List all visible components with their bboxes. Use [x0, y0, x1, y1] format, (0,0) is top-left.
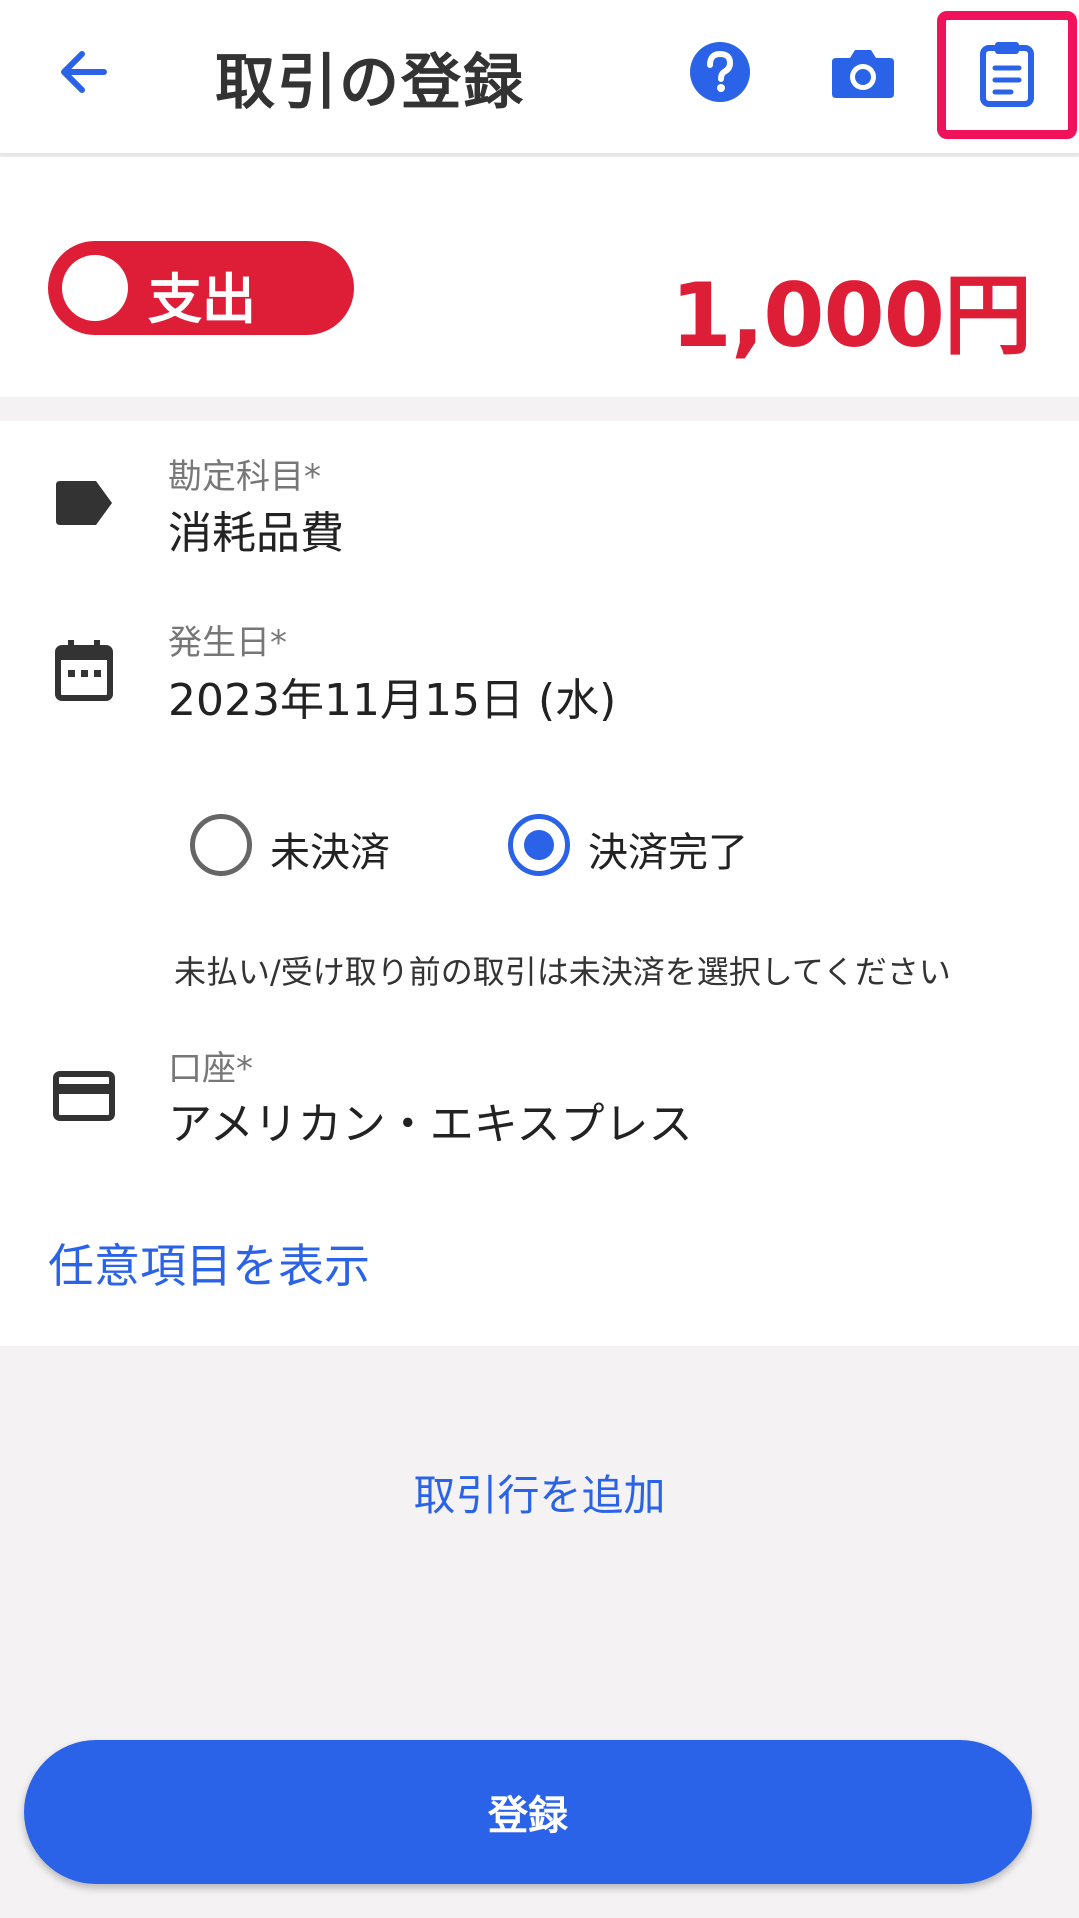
date-value[interactable]: 2023年11月15日 (水): [168, 664, 616, 728]
page-title: 取引の登録: [215, 48, 525, 118]
credit-card-icon: [52, 1064, 116, 1128]
amount-section: 支出 1,000円: [0, 157, 1079, 397]
help-icon[interactable]: [688, 40, 752, 104]
payment-hint: 未払い/受け取り前の取引は未決済を選択してください: [174, 953, 951, 991]
show-optional-fields-link[interactable]: 任意項目を表示: [48, 1230, 370, 1296]
camera-icon[interactable]: [828, 40, 898, 104]
register-button[interactable]: 登録: [24, 1740, 1032, 1884]
calendar-icon: [52, 638, 116, 702]
radio-unsettled[interactable]: [190, 814, 252, 876]
date-label: 発生日*: [168, 623, 287, 663]
payment-status-group: 未決済 決済完了: [0, 814, 1079, 894]
toggle-knob: [62, 255, 128, 321]
wallet-value[interactable]: アメリカン・エキスプレス: [168, 1088, 692, 1152]
add-transaction-row-link[interactable]: 取引行を追加: [0, 1462, 1079, 1523]
transaction-form: 勘定科目* 消耗品費 発生日* 2023年11月15日 (水) 未決済 決済完了…: [0, 421, 1079, 1346]
wallet-label: 口座*: [168, 1049, 253, 1089]
clipboard-icon[interactable]: [975, 38, 1039, 108]
radio-unsettled-label[interactable]: 未決済: [270, 820, 390, 878]
toggle-label: 支出: [148, 268, 256, 331]
account-item-label: 勘定科目*: [168, 457, 321, 497]
back-arrow-icon[interactable]: [52, 40, 116, 104]
label-tag-icon: [52, 471, 116, 535]
radio-settled-label[interactable]: 決済完了: [588, 820, 748, 878]
radio-settled[interactable]: [508, 814, 570, 876]
income-expense-toggle[interactable]: 支出: [48, 241, 354, 335]
app-bar: 取引の登録: [0, 0, 1079, 155]
amount-value[interactable]: 1,000円: [671, 245, 1032, 372]
account-item-value[interactable]: 消耗品費: [168, 497, 344, 561]
